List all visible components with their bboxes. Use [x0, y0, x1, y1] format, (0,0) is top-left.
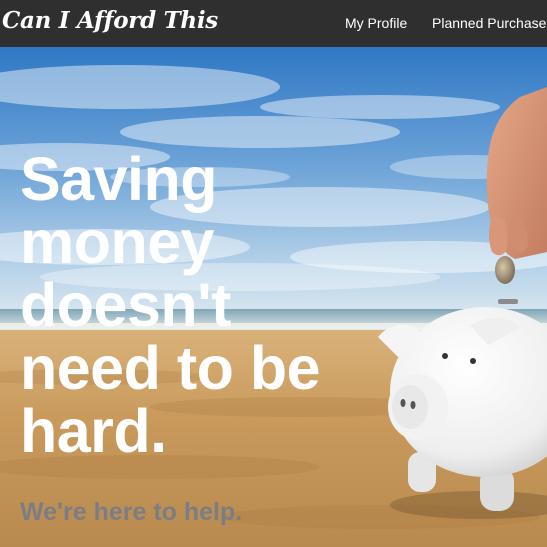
hero-headline: Saving money doesn't need to be hard.	[20, 145, 321, 465]
navbar: Can I Afford This My Profile Planned Pur…	[0, 0, 547, 47]
hero-tagline: We're here to help.	[20, 498, 243, 526]
nav-link-planned-purchases[interactable]: Planned Purchases	[432, 15, 547, 31]
nav-link-my-profile[interactable]: My Profile	[345, 15, 407, 31]
page: Can I Afford This My Profile Planned Pur…	[0, 0, 547, 547]
coin-illustration	[495, 256, 515, 284]
brand-logo[interactable]: Can I Afford This	[2, 7, 218, 34]
